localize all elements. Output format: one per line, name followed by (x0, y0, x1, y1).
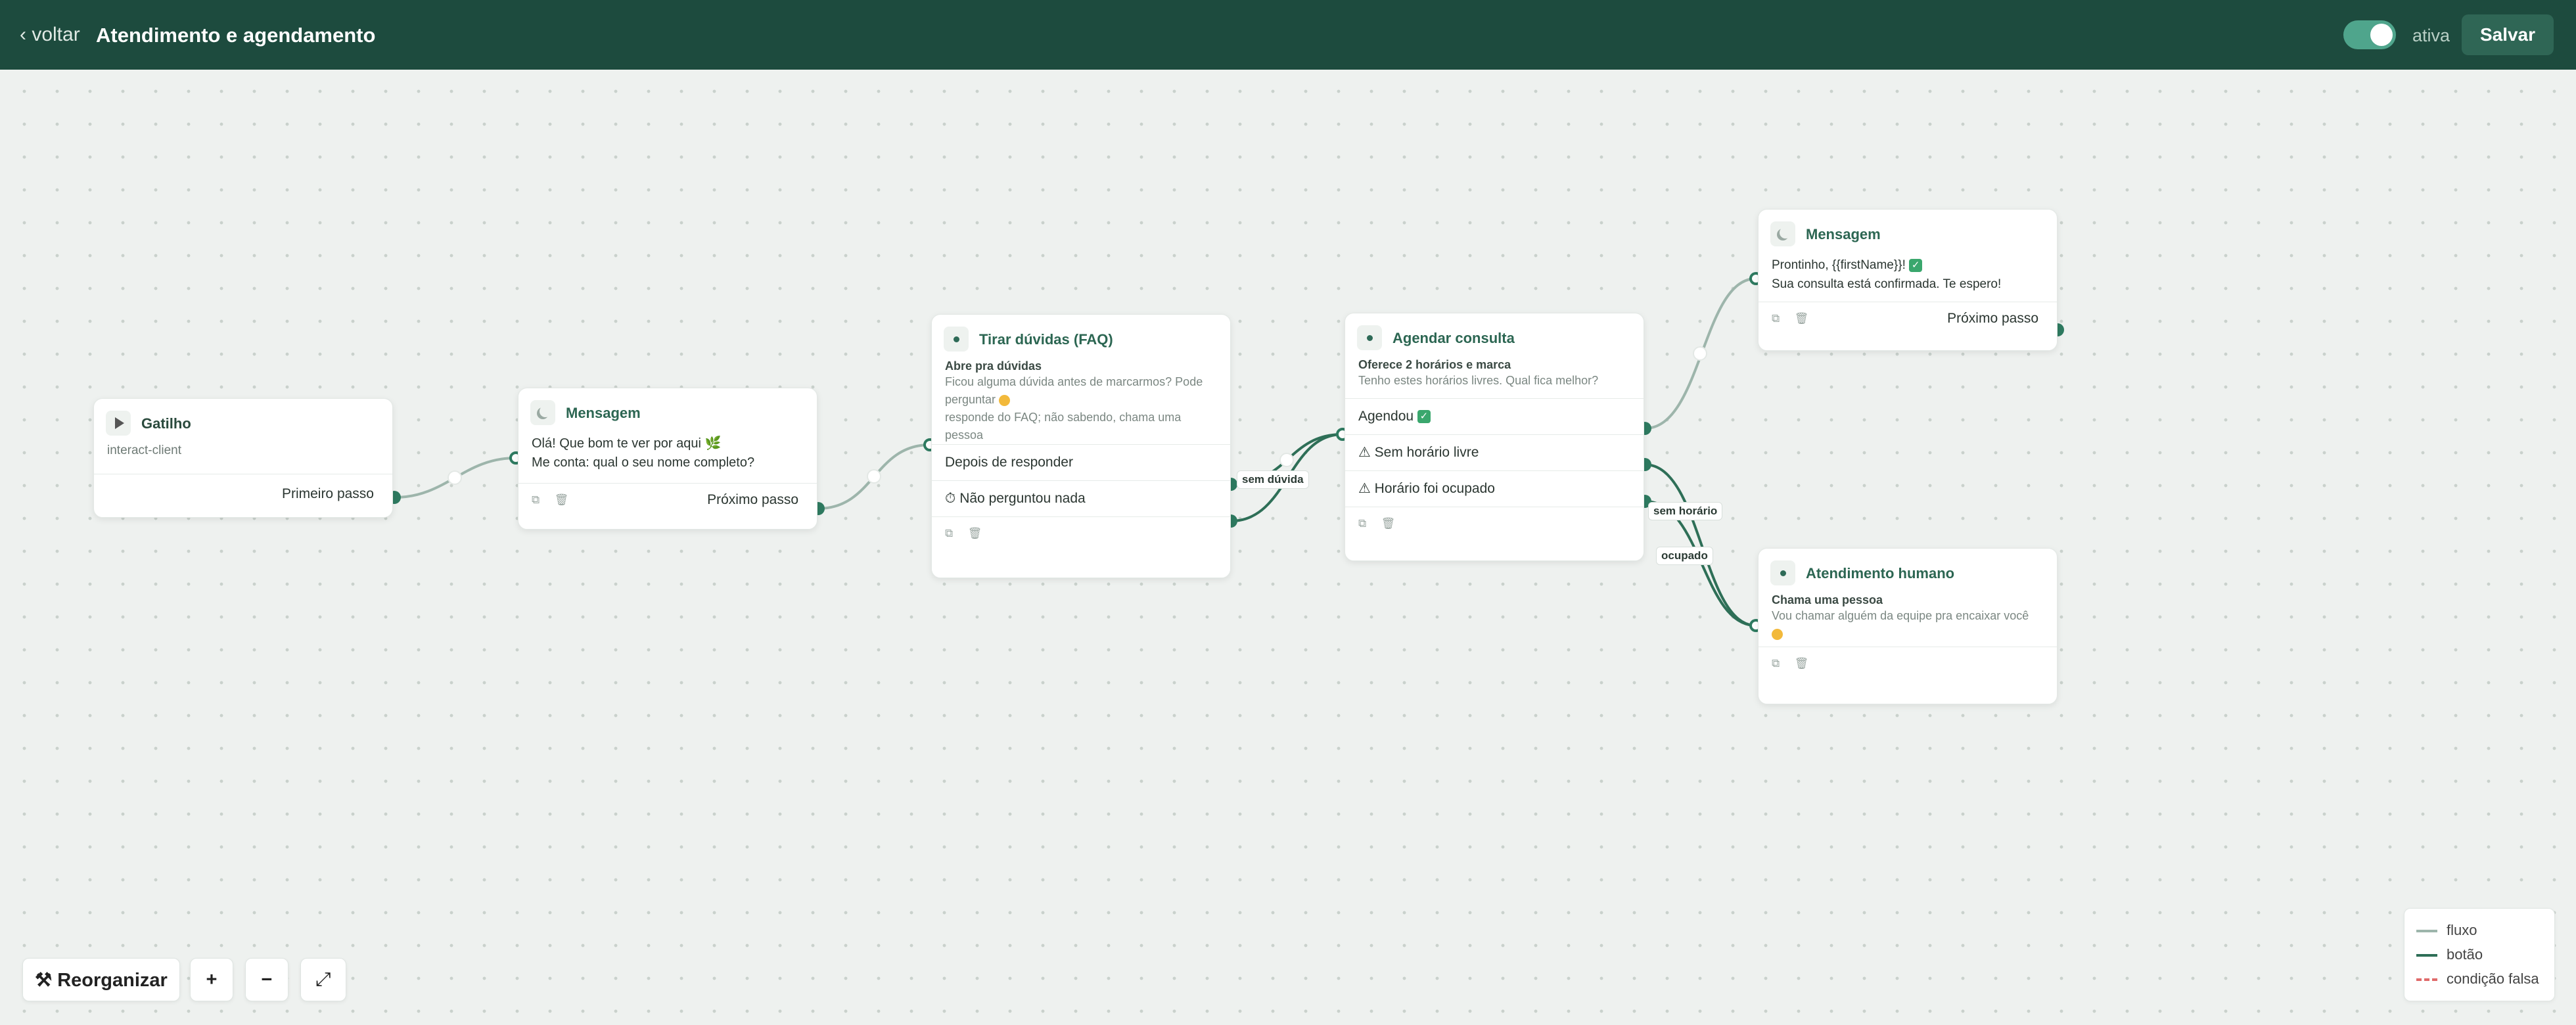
node-schedule[interactable]: Agendar consulta Oferece 2 horários e ma… (1345, 313, 1644, 561)
legend-item-false-condition: condição falsa (2416, 970, 2539, 988)
trash-icon[interactable]: 🗑 (555, 484, 569, 516)
node-title: Mensagem (566, 405, 641, 421)
edge-legend: fluxo botão condição falsa (2404, 908, 2555, 1001)
message-line: Sua consulta está confirmada. Te espero! (1772, 277, 2002, 291)
node-message-confirmation[interactable]: Mensagem Prontinho, {{firstName}}! ✓ Sua… (1758, 209, 2058, 351)
edge-label-sem-horario: sem horário (1648, 502, 1723, 520)
option-row[interactable]: ⚠ Sem horário livre (1345, 434, 1644, 470)
trash-icon[interactable]: 🗑 (968, 517, 982, 550)
node-message-greeting[interactable]: Mensagem Olá! Que bom te ver por aqui 🌿 … (518, 388, 817, 530)
legend-item-button: botão (2416, 946, 2483, 963)
node-description: Tenho estes horários livres. Qual fica m… (1358, 374, 1599, 387)
smile-emoji (999, 394, 1011, 406)
message-line: Prontinho, {{firstName}}! ✓ (1759, 256, 2057, 275)
node-human-handoff[interactable]: Atendimento humano Chama uma pessoa Vou … (1758, 548, 2058, 704)
node-title: Tirar dúvidas (FAQ) (979, 331, 1113, 348)
play-icon (106, 411, 131, 436)
check-icon: ✓ (1417, 410, 1431, 424)
edge-label-ocupado: ocupado (1656, 547, 1713, 565)
legend-swatch (2416, 954, 2437, 957)
option-row[interactable]: ⚠ Horário foi ocupado (1345, 470, 1644, 507)
duplicate-icon[interactable]: ⧉ (1772, 302, 1780, 335)
chat-icon (1770, 221, 1795, 246)
duplicate-icon[interactable]: ⧉ (1358, 507, 1366, 540)
trash-icon[interactable]: 🗑 (1795, 647, 1809, 680)
description-line: Ficou alguma dúvida antes de marcarmos? … (945, 375, 1203, 406)
edge-handle[interactable] (867, 469, 881, 484)
node-title: Atendimento humano (1806, 565, 1955, 581)
bullet-icon (1770, 560, 1795, 585)
bullet-icon (944, 327, 969, 352)
message-line: Olá! Que bom te ver por aqui 🌿 (532, 436, 722, 451)
node-title: Mensagem (1806, 226, 1881, 242)
node-title: Agendar consulta (1392, 330, 1515, 346)
option-row[interactable]: Agendou ✓ (1345, 398, 1644, 434)
bullet-icon (1357, 325, 1382, 350)
node-title: Gatilho (141, 415, 191, 432)
check-icon: ✓ (1909, 258, 1923, 272)
legend-item-flow: fluxo (2416, 922, 2477, 939)
edge-handle[interactable] (1279, 453, 1294, 467)
description-line: Vou chamar alguém da equipe pra encaixar… (1772, 609, 2029, 622)
node-footer: Primeiro passo (94, 474, 392, 514)
trash-icon[interactable]: 🗑 (1381, 507, 1396, 540)
fit-view-button[interactable]: ⤢ (300, 958, 346, 1001)
node-label: Oferece 2 horários e marca (1358, 358, 1511, 371)
node-label: Abre pra dúvidas (945, 359, 1042, 373)
description-line: responde do FAQ; não sabendo, chama uma … (945, 411, 1182, 442)
edge-label-sem-duvida: sem dúvida (1237, 470, 1309, 489)
legend-label: condição falsa (2447, 970, 2539, 987)
duplicate-icon[interactable]: ⧉ (1772, 647, 1780, 680)
next-step-label: Primeiro passo (281, 486, 374, 501)
node-label: Chama uma pessoa (1772, 593, 1883, 606)
edge-handle[interactable] (1693, 346, 1707, 361)
duplicate-icon[interactable]: ⧉ (945, 517, 953, 550)
zoom-in-button[interactable]: + (190, 958, 233, 1001)
node-faq[interactable]: Tirar dúvidas (FAQ) Abre pra dúvidas Fic… (931, 314, 1231, 578)
node-footer: ⧉ 🗑 Próximo passo (1759, 302, 2057, 335)
legend-label: botão (2447, 946, 2483, 963)
option-row[interactable]: Depois de responder (932, 444, 1230, 480)
edge-sem-horario[interactable] (1644, 463, 1757, 627)
legend-swatch (2416, 978, 2437, 982)
duplicate-icon[interactable]: ⧉ (532, 484, 540, 516)
smile-emoji (1772, 628, 1783, 640)
node-trigger[interactable]: Gatilho interact-client Primeiro passo (93, 398, 393, 518)
node-footer: ⧉ 🗑 (1345, 507, 1644, 540)
node-footer: ⧉ 🗑 Próximo passo (518, 483, 817, 516)
node-footer: ⧉ 🗑 (932, 516, 1230, 550)
reorganize-button[interactable]: ⚒ Reorganizar (22, 958, 180, 1001)
node-description: Ficou alguma dúvida antes de marcarmos? … (932, 373, 1230, 444)
chat-icon (530, 400, 555, 425)
next-step-label: Próximo passo (1947, 311, 2038, 326)
node-description: Vou chamar alguém da equipe pra encaixar… (1759, 607, 2057, 647)
legend-swatch (2416, 930, 2437, 933)
option-row[interactable]: ⏱ Não perguntou nada (932, 480, 1230, 516)
zoom-out-button[interactable]: − (245, 958, 288, 1001)
legend-label: fluxo (2447, 922, 2477, 938)
message-text: Prontinho, {{firstName}}! (1772, 258, 1906, 272)
trash-icon[interactable]: 🗑 (1795, 302, 1809, 335)
node-footer: ⧉ 🗑 (1759, 647, 2057, 680)
node-subtitle: interact-client (107, 444, 181, 457)
edge-handle[interactable] (448, 470, 462, 485)
message-line: Me conta: qual o seu nome completo? (532, 455, 755, 470)
next-step-label: Próximo passo (707, 492, 798, 507)
option-label: Agendou (1358, 409, 1414, 424)
